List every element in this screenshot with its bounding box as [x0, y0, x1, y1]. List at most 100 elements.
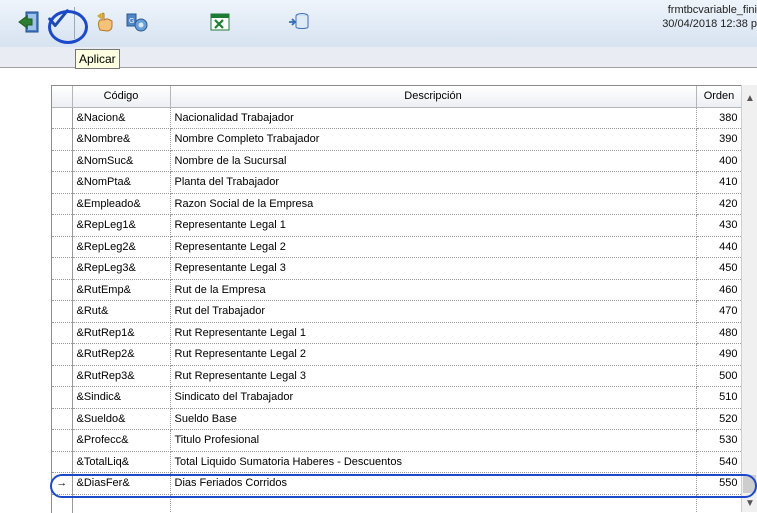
table-row[interactable]: &RutRep1& Rut Representante Legal 1 480 — [52, 322, 743, 344]
cell-codigo[interactable]: &RutRep2& — [72, 343, 171, 366]
table-row[interactable]: &Rut& Rut del Trabajador 470 — [52, 300, 743, 323]
cell-descripcion[interactable]: Rut Representante Legal 3 — [170, 365, 697, 387]
cell-codigo[interactable]: &Sindic& — [72, 386, 171, 409]
table-row[interactable]: &RutRep2& Rut Representante Legal 2 490 — [52, 343, 743, 366]
row-selector[interactable] — [52, 494, 73, 513]
table-row[interactable]: &NomSuc& Nombre de la Sucursal 400 — [52, 150, 743, 172]
cell-codigo[interactable]: &RepLeg1& — [72, 214, 171, 237]
cell-descripcion[interactable]: Representante Legal 3 — [170, 257, 697, 280]
column-header-descripcion[interactable]: Descripción — [170, 86, 697, 108]
column-header-codigo[interactable]: Código — [72, 86, 171, 108]
row-selector[interactable] — [52, 300, 73, 323]
cell-codigo[interactable]: &Rut& — [72, 300, 171, 323]
cell-orden[interactable]: 510 — [696, 386, 743, 409]
table-row[interactable]: &RepLeg1& Representante Legal 1 430 — [52, 214, 743, 237]
cell-descripcion[interactable]: Representante Legal 2 — [170, 236, 697, 258]
table-row[interactable]: &Nombre& Nombre Completo Trabajador 390 — [52, 128, 743, 151]
cell-descripcion[interactable]: Rut Representante Legal 2 — [170, 343, 697, 366]
cell-codigo[interactable]: &RepLeg3& — [72, 257, 171, 280]
cell-codigo[interactable]: &RutEmp& — [72, 279, 171, 301]
cell-orden[interactable]: 520 — [696, 408, 743, 430]
row-selector[interactable] — [52, 107, 73, 129]
scroll-down-arrow-icon[interactable]: ▼ — [742, 496, 757, 512]
cell-orden[interactable]: 530 — [696, 429, 743, 452]
cell-codigo[interactable]: &Nacion& — [72, 107, 171, 129]
cell-orden[interactable]: 500 — [696, 365, 743, 387]
cell-codigo[interactable]: &Profecc& — [72, 429, 171, 452]
cell-codigo[interactable] — [72, 494, 171, 513]
row-selector[interactable] — [52, 279, 73, 301]
cell-orden[interactable]: 390 — [696, 128, 743, 151]
cell-descripcion[interactable]: Titulo Profesional — [170, 429, 697, 452]
cell-descripcion[interactable]: Nacionalidad Trabajador — [170, 107, 697, 129]
scroll-thumb[interactable] — [743, 475, 756, 493]
row-selector[interactable] — [52, 408, 73, 430]
cell-descripcion[interactable]: Sindicato del Trabajador — [170, 386, 697, 409]
row-selector-current[interactable]: → — [52, 472, 73, 495]
vertical-scrollbar[interactable]: ▲ ▼ — [741, 85, 757, 512]
excel-export-button[interactable] — [207, 9, 233, 35]
table-row[interactable]: &RutRep3& Rut Representante Legal 3 500 — [52, 365, 743, 387]
cell-orden[interactable]: 460 — [696, 279, 743, 301]
cell-orden[interactable]: 540 — [696, 451, 743, 473]
cell-descripcion[interactable]: Nombre Completo Trabajador — [170, 128, 697, 151]
table-row[interactable]: &RutEmp& Rut de la Empresa 460 — [52, 279, 743, 301]
table-row[interactable]: &RepLeg3& Representante Legal 3 450 — [52, 257, 743, 280]
row-selector[interactable] — [52, 214, 73, 237]
cell-descripcion[interactable]: Razon Social de la Empresa — [170, 193, 697, 215]
cell-orden[interactable]: 470 — [696, 300, 743, 323]
table-row[interactable]: &Sueldo& Sueldo Base 520 — [52, 408, 743, 430]
table-row[interactable]: &Nacion& Nacionalidad Trabajador 380 — [52, 107, 743, 129]
cell-descripcion[interactable]: Rut de la Empresa — [170, 279, 697, 301]
row-selector[interactable] — [52, 193, 73, 215]
database-button[interactable] — [286, 9, 312, 35]
undo-button[interactable] — [93, 9, 119, 35]
cell-descripcion[interactable]: Nombre de la Sucursal — [170, 150, 697, 172]
table-row[interactable]: &RepLeg2& Representante Legal 2 440 — [52, 236, 743, 258]
cell-descripcion[interactable]: Dias Feriados Corridos — [170, 472, 697, 495]
table-row[interactable]: &Empleado& Razon Social de la Empresa 420 — [52, 193, 743, 215]
exit-button[interactable] — [16, 9, 42, 35]
row-selector[interactable] — [52, 386, 73, 409]
cell-orden[interactable]: 400 — [696, 150, 743, 172]
cell-orden[interactable]: 490 — [696, 343, 743, 366]
cell-descripcion[interactable]: Rut del Trabajador — [170, 300, 697, 323]
cell-orden[interactable]: 440 — [696, 236, 743, 258]
row-selector[interactable] — [52, 236, 73, 258]
scroll-up-arrow-icon[interactable]: ▲ — [742, 91, 757, 107]
row-selector[interactable] — [52, 150, 73, 172]
cell-descripcion[interactable]: Sueldo Base — [170, 408, 697, 430]
row-selector[interactable] — [52, 171, 73, 194]
cell-codigo[interactable]: &RutRep1& — [72, 322, 171, 344]
table-row[interactable]: &Profecc& Titulo Profesional 530 — [52, 429, 743, 452]
cell-orden[interactable]: 380 — [696, 107, 743, 129]
cell-descripcion[interactable]: Total Liquido Sumatoria Haberes - Descue… — [170, 451, 697, 473]
table-row-current[interactable]: → &DiasFer& Dias Feriados Corridos 550 — [52, 472, 743, 495]
cell-orden[interactable]: 410 — [696, 171, 743, 194]
cell-codigo[interactable]: &TotalLiq& — [72, 451, 171, 473]
row-selector[interactable] — [52, 343, 73, 366]
cell-codigo[interactable]: &DiasFer& — [72, 472, 171, 495]
cell-codigo[interactable]: &Sueldo& — [72, 408, 171, 430]
cell-orden[interactable]: 450 — [696, 257, 743, 280]
cell-orden[interactable] — [696, 494, 743, 513]
column-header-orden[interactable]: Orden — [696, 86, 743, 108]
table-row-new[interactable] — [52, 494, 743, 513]
cell-descripcion[interactable] — [170, 494, 697, 513]
cell-descripcion[interactable]: Rut Representante Legal 1 — [170, 322, 697, 344]
row-selector[interactable] — [52, 429, 73, 452]
row-selector[interactable] — [52, 257, 73, 280]
table-row[interactable]: &TotalLiq& Total Liquido Sumatoria Habere… — [52, 451, 743, 473]
cell-codigo[interactable]: &NomPta& — [72, 171, 171, 194]
row-selector[interactable] — [52, 322, 73, 344]
table-row[interactable]: &Sindic& Sindicato del Trabajador 510 — [52, 386, 743, 409]
group-button[interactable]: G — [124, 9, 150, 35]
cell-orden[interactable]: 480 — [696, 322, 743, 344]
cell-codigo[interactable]: &RutRep3& — [72, 365, 171, 387]
table-row[interactable]: &NomPta& Planta del Trabajador 410 — [52, 171, 743, 194]
row-selector[interactable] — [52, 365, 73, 387]
cell-codigo[interactable]: &Nombre& — [72, 128, 171, 151]
cell-codigo[interactable]: &NomSuc& — [72, 150, 171, 172]
cell-orden[interactable]: 420 — [696, 193, 743, 215]
cell-descripcion[interactable]: Representante Legal 1 — [170, 214, 697, 237]
